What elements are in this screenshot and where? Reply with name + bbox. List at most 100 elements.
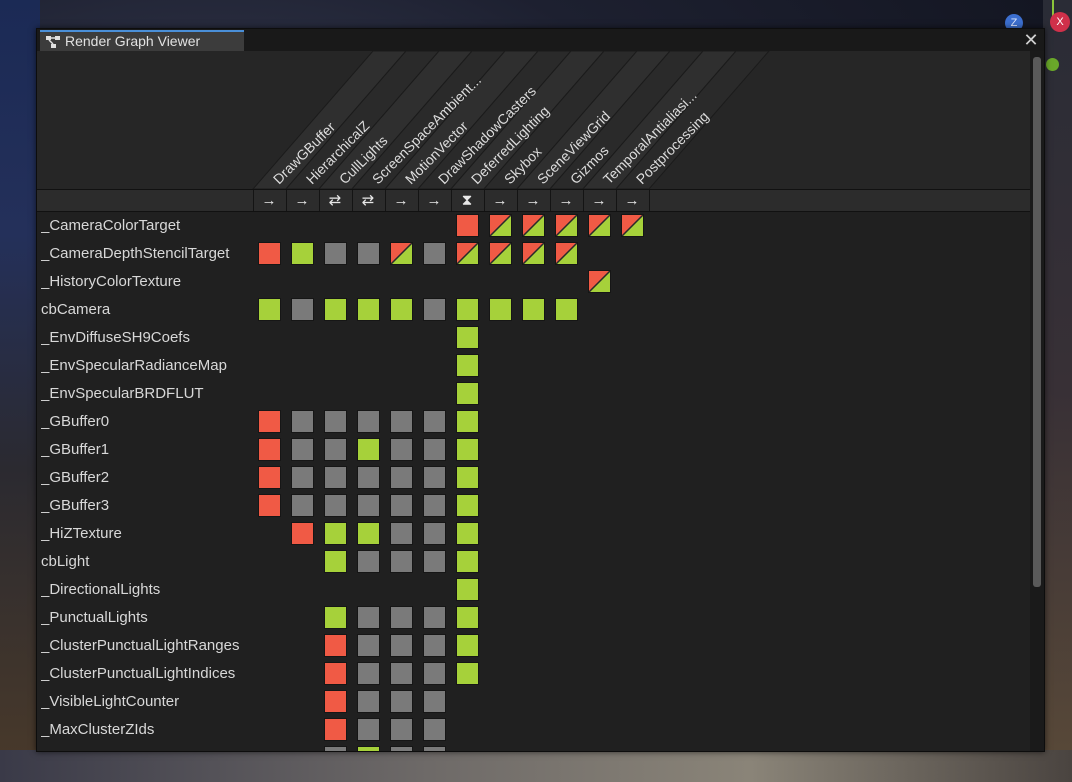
unused-cell[interactable] <box>357 606 380 629</box>
unused-cell[interactable] <box>423 634 446 657</box>
unused-cell[interactable] <box>324 466 347 489</box>
unused-cell[interactable] <box>390 494 413 517</box>
unused-cell[interactable] <box>291 410 314 433</box>
resource-row[interactable]: _EnvSpecularRadianceMap <box>37 352 1030 380</box>
resource-row[interactable]: _CameraDepthStencilTarget <box>37 240 1030 268</box>
unused-cell[interactable] <box>390 438 413 461</box>
resource-row[interactable]: _PunctualLights <box>37 604 1030 632</box>
read-cell[interactable] <box>456 578 479 601</box>
unused-cell[interactable] <box>390 662 413 685</box>
resource-row[interactable]: _AO13... <box>37 744 1030 751</box>
resource-row[interactable]: _ClusterPunctualLightRanges <box>37 632 1030 660</box>
resource-row[interactable]: _ClusterPunctualLightIndices <box>37 660 1030 688</box>
unused-cell[interactable] <box>390 634 413 657</box>
unused-cell[interactable] <box>423 438 446 461</box>
resource-row[interactable]: _GBuffer1 <box>37 436 1030 464</box>
unused-cell[interactable] <box>423 606 446 629</box>
unused-cell[interactable] <box>423 466 446 489</box>
resource-row[interactable]: _GBuffer0 <box>37 408 1030 436</box>
read-write-cell[interactable] <box>489 242 512 265</box>
unused-cell[interactable] <box>357 466 380 489</box>
unused-cell[interactable] <box>324 746 347 751</box>
unused-cell[interactable] <box>357 410 380 433</box>
read-cell[interactable] <box>357 746 380 751</box>
resource-row[interactable]: _GBuffer2 <box>37 464 1030 492</box>
unused-cell[interactable] <box>423 690 446 713</box>
read-cell[interactable] <box>456 494 479 517</box>
read-write-cell[interactable] <box>588 270 611 293</box>
write-cell[interactable] <box>324 718 347 741</box>
unused-cell[interactable] <box>390 718 413 741</box>
write-cell[interactable] <box>258 242 281 265</box>
unused-cell[interactable] <box>291 494 314 517</box>
unused-cell[interactable] <box>423 662 446 685</box>
unused-cell[interactable] <box>390 466 413 489</box>
read-write-cell[interactable] <box>456 242 479 265</box>
unused-cell[interactable] <box>390 606 413 629</box>
read-write-cell[interactable] <box>555 242 578 265</box>
read-cell[interactable] <box>357 438 380 461</box>
write-cell[interactable] <box>291 522 314 545</box>
read-write-cell[interactable] <box>588 214 611 237</box>
read-write-cell[interactable] <box>621 214 644 237</box>
unused-cell[interactable] <box>390 522 413 545</box>
unused-cell[interactable] <box>423 550 446 573</box>
read-cell[interactable] <box>522 298 545 321</box>
unused-cell[interactable] <box>423 410 446 433</box>
unused-cell[interactable] <box>291 466 314 489</box>
read-cell[interactable] <box>291 242 314 265</box>
close-button[interactable]: ✕ <box>1021 30 1041 50</box>
read-cell[interactable] <box>324 606 347 629</box>
read-cell[interactable] <box>324 298 347 321</box>
unused-cell[interactable] <box>423 242 446 265</box>
unused-cell[interactable] <box>423 718 446 741</box>
unused-cell[interactable] <box>357 494 380 517</box>
unused-cell[interactable] <box>324 438 347 461</box>
unused-cell[interactable] <box>423 522 446 545</box>
read-cell[interactable] <box>357 298 380 321</box>
resource-row[interactable]: cbCamera <box>37 296 1030 324</box>
unused-cell[interactable] <box>390 410 413 433</box>
resource-row[interactable]: _HistoryColorTexture <box>37 268 1030 296</box>
read-cell[interactable] <box>489 298 512 321</box>
resource-row[interactable]: _EnvDiffuseSH9Coefs <box>37 324 1030 352</box>
read-cell[interactable] <box>324 522 347 545</box>
read-write-cell[interactable] <box>390 242 413 265</box>
write-cell[interactable] <box>258 438 281 461</box>
gizmo-x-axis-button[interactable]: X <box>1050 12 1070 32</box>
write-cell[interactable] <box>258 410 281 433</box>
read-cell[interactable] <box>456 522 479 545</box>
unused-cell[interactable] <box>423 746 446 751</box>
resource-row[interactable]: _EnvSpecularBRDFLUT <box>37 380 1030 408</box>
read-cell[interactable] <box>555 298 578 321</box>
unused-cell[interactable] <box>357 550 380 573</box>
unused-cell[interactable] <box>357 718 380 741</box>
unused-cell[interactable] <box>324 410 347 433</box>
unused-cell[interactable] <box>357 662 380 685</box>
read-cell[interactable] <box>456 438 479 461</box>
write-cell[interactable] <box>258 466 281 489</box>
read-cell[interactable] <box>456 550 479 573</box>
resource-row[interactable]: _GBuffer3 <box>37 492 1030 520</box>
unused-cell[interactable] <box>357 634 380 657</box>
write-cell[interactable] <box>324 634 347 657</box>
read-write-cell[interactable] <box>555 214 578 237</box>
unused-cell[interactable] <box>324 494 347 517</box>
read-cell[interactable] <box>258 298 281 321</box>
unused-cell[interactable] <box>291 438 314 461</box>
unused-cell[interactable] <box>291 298 314 321</box>
unused-cell[interactable] <box>390 550 413 573</box>
write-cell[interactable] <box>258 494 281 517</box>
resource-row[interactable]: cbLight <box>37 548 1030 576</box>
unused-cell[interactable] <box>390 746 413 751</box>
resource-row[interactable]: _DirectionalLights <box>37 576 1030 604</box>
resource-row[interactable]: _CameraColorTarget <box>37 212 1030 240</box>
gizmo-y-axis-button[interactable] <box>1046 58 1059 71</box>
read-cell[interactable] <box>456 634 479 657</box>
read-cell[interactable] <box>456 298 479 321</box>
read-cell[interactable] <box>456 326 479 349</box>
window-titlebar[interactable]: Render Graph Viewer ✕ <box>37 29 1044 52</box>
read-cell[interactable] <box>456 466 479 489</box>
scrollbar-thumb[interactable] <box>1033 57 1041 587</box>
read-write-cell[interactable] <box>489 214 512 237</box>
